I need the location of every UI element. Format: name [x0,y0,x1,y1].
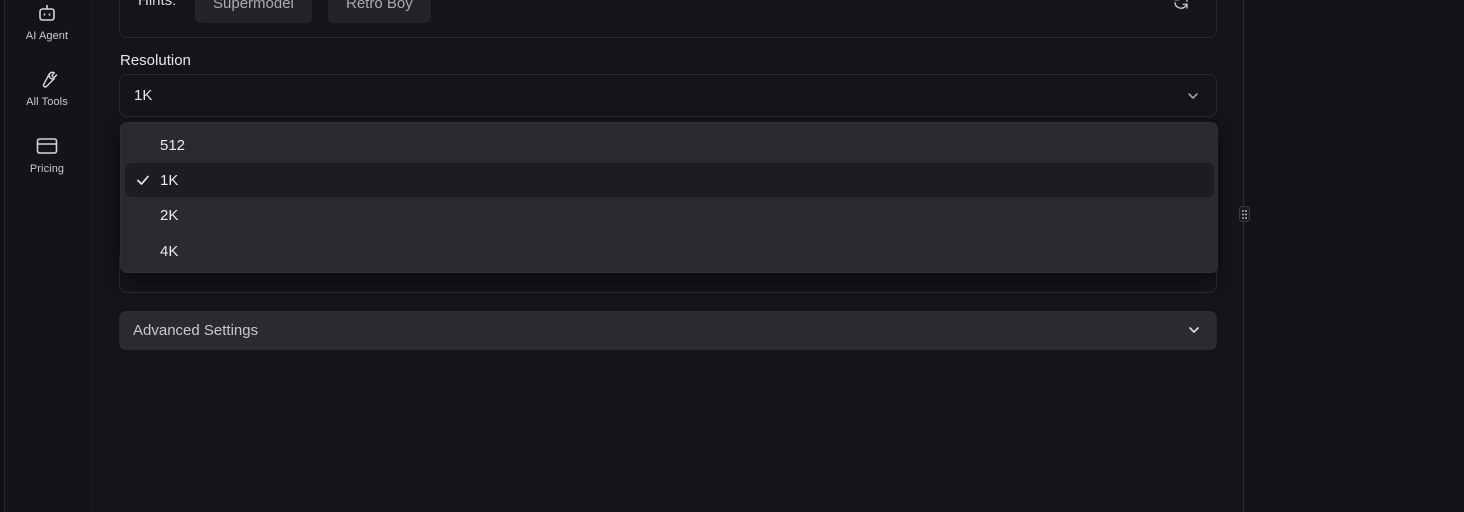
sidebar: AI Agent All Tools Pricing [0,0,93,512]
chevron-down-icon [1187,323,1201,341]
wrench-icon [36,68,58,90]
hints-card: Hints: Supermodel Retro Boy [119,0,1217,38]
option-2k[interactable]: 2K [125,198,1214,232]
sidebar-item-label: AI Agent [25,30,69,42]
resolution-label: Resolution [120,52,191,69]
option-512[interactable]: 512 [125,128,1214,162]
advanced-settings-label: Advanced Settings [133,322,259,339]
credit-card-icon [36,135,58,157]
advanced-settings-toggle[interactable]: Advanced Settings [119,311,1217,350]
resize-handle[interactable] [1239,206,1250,222]
preview-pane [1245,0,1464,512]
check-icon [136,173,150,191]
hints-label: Hints: [138,0,177,9]
hint-chip[interactable]: Supermodel [195,0,312,23]
option-label: 512 [160,136,186,154]
option-4k[interactable]: 4K [125,234,1214,268]
sidebar-item-pricing[interactable]: Pricing [5,135,89,191]
chevron-down-icon [1186,89,1200,107]
sidebar-item-ai-agent[interactable]: AI Agent [5,2,89,58]
hint-chip[interactable]: Retro Boy [328,0,431,23]
sidebar-item-label: Pricing [29,163,65,175]
option-label: 2K [160,206,179,224]
resolution-select[interactable]: 1K [119,74,1217,117]
resolution-dropdown: 512 1K 2K 4K [120,122,1218,273]
sidebar-item-all-tools[interactable]: All Tools [5,68,89,124]
sidebar-item-label: All Tools [26,96,68,108]
refresh-icon[interactable] [1172,0,1190,16]
option-label: 4K [160,242,179,260]
grip-icon [1242,209,1247,219]
resolution-value: 1K [134,87,153,104]
app-window: AI Agent All Tools Pricing Hints: Superm… [0,0,1464,512]
option-label: 1K [160,171,179,189]
robot-icon [36,2,58,24]
option-1k[interactable]: 1K [125,163,1214,197]
